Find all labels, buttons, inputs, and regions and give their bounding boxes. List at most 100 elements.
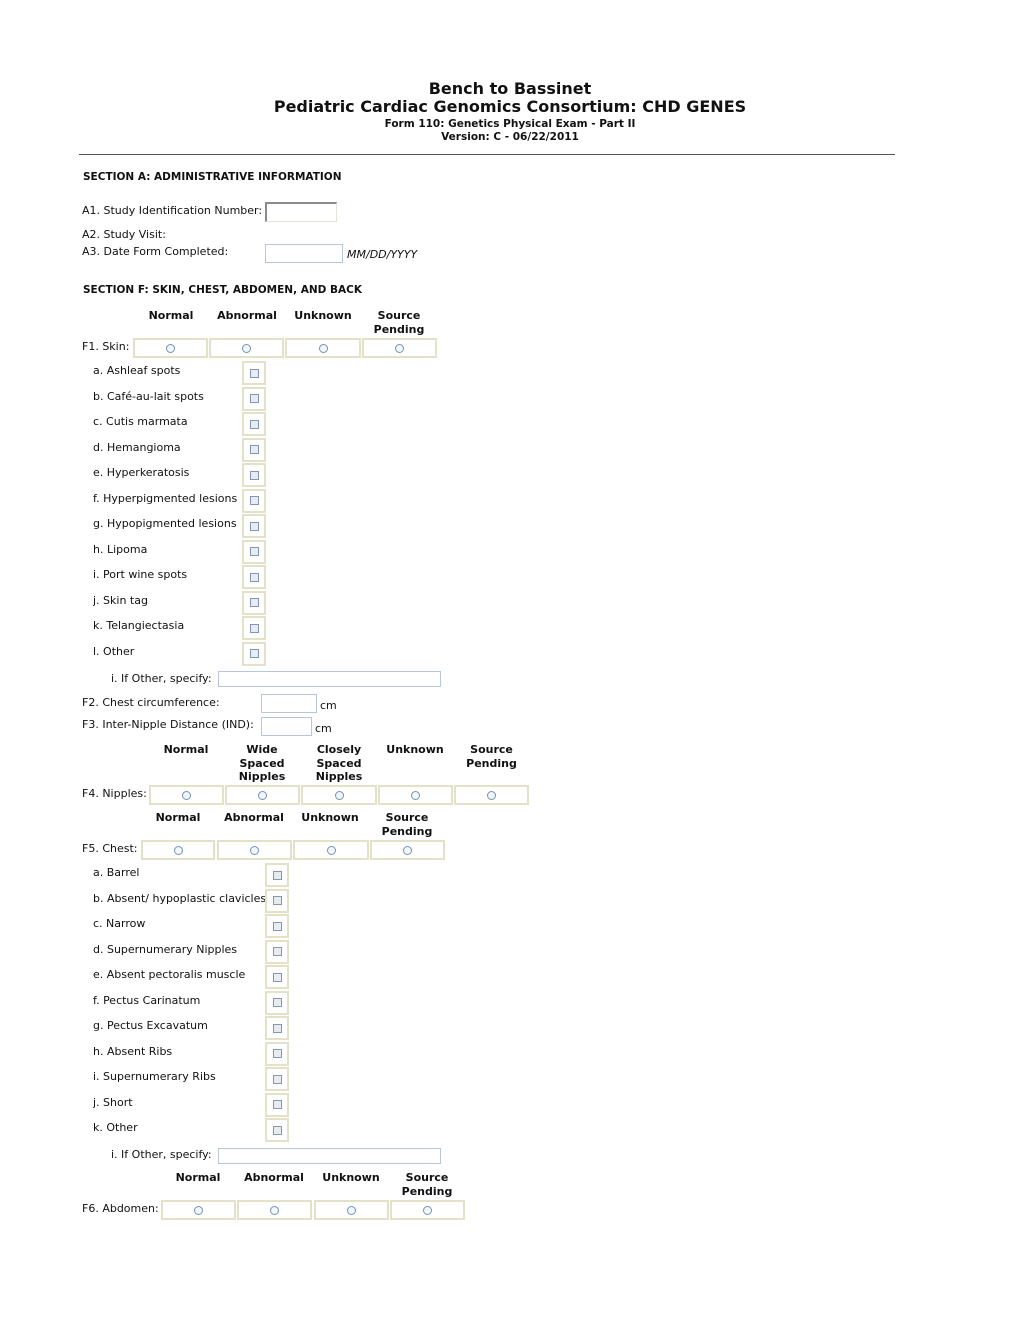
radio-icon[interactable]	[487, 790, 496, 800]
checkbox-icon[interactable]	[249, 394, 259, 403]
f4-label: F4. Nipples:	[82, 787, 147, 800]
f4-option-normal[interactable]	[149, 785, 224, 805]
f1-other-specify-input[interactable]	[218, 671, 441, 687]
checkbox-icon[interactable]	[272, 947, 282, 956]
checkbox-icon[interactable]	[249, 470, 259, 480]
checklist-item-label: l. Other	[93, 644, 135, 658]
checkbox-icon[interactable]	[249, 649, 259, 658]
checkbox-icon[interactable]	[272, 972, 282, 982]
checkbox-icon[interactable]	[272, 1023, 282, 1033]
radio-icon[interactable]	[318, 343, 328, 353]
chest-circumference-input[interactable]	[261, 694, 317, 713]
radio-icon[interactable]	[242, 343, 251, 353]
checklist-item-checkbox[interactable]	[265, 990, 289, 1015]
f5-option-abnormal[interactable]	[217, 840, 292, 860]
checklist-item-checkbox[interactable]	[242, 641, 266, 666]
f6-option-abnormal[interactable]	[237, 1200, 312, 1220]
checkbox-icon[interactable]	[249, 623, 259, 633]
checklist-item-checkbox[interactable]	[265, 863, 289, 887]
checkbox-icon[interactable]	[249, 547, 259, 556]
f5-option-source-pending[interactable]	[370, 840, 445, 860]
radio-icon[interactable]	[423, 1205, 432, 1215]
checklist-item-label: e. Hyperkeratosis	[93, 466, 190, 479]
f5-other-specify-input[interactable]	[218, 1148, 441, 1164]
f4-option-source-pending[interactable]	[454, 785, 529, 805]
checklist-item-checkbox[interactable]	[242, 463, 266, 487]
checklist-item-checkbox[interactable]	[242, 437, 266, 462]
checklist-item-checkbox[interactable]	[265, 1118, 289, 1142]
radio-icon[interactable]	[270, 1205, 279, 1215]
f1-option-normal[interactable]	[133, 338, 208, 358]
radio-icon[interactable]	[258, 790, 267, 800]
checklist-item-label: j. Skin tag	[93, 593, 148, 607]
radio-icon[interactable]	[182, 790, 191, 800]
f4-col-closely-spaced: Closely Spaced Nipples	[315, 743, 363, 783]
checklist-item-checkbox[interactable]	[242, 386, 266, 411]
a3-label: A3. Date Form Completed:	[82, 245, 229, 258]
f5-option-normal[interactable]	[141, 840, 215, 860]
f4-col-wide-spaced: Wide Spaced Nipples	[238, 743, 286, 783]
f1-option-abnormal[interactable]	[209, 338, 284, 358]
checklist-item-checkbox[interactable]	[265, 939, 289, 964]
f5-option-unknown[interactable]	[293, 840, 369, 860]
radio-icon[interactable]	[173, 845, 183, 855]
checklist-item-checkbox[interactable]	[242, 590, 266, 615]
radio-icon[interactable]	[334, 790, 344, 800]
f1-option-unknown[interactable]	[285, 338, 361, 358]
date-completed-input[interactable]	[265, 244, 343, 263]
radio-icon[interactable]	[403, 845, 412, 855]
checkbox-icon[interactable]	[249, 521, 259, 531]
checklist-item-checkbox[interactable]	[265, 914, 289, 938]
radio-icon[interactable]	[326, 845, 336, 855]
checklist-item-checkbox[interactable]	[242, 616, 266, 640]
radio-icon[interactable]	[166, 343, 175, 353]
f1-col-abnormal: Abnormal	[217, 309, 277, 322]
checkbox-icon[interactable]	[272, 998, 282, 1007]
checkbox-icon[interactable]	[249, 368, 259, 378]
f6-option-unknown[interactable]	[314, 1200, 389, 1220]
checkbox-icon[interactable]	[272, 1074, 282, 1084]
checklist-item-checkbox[interactable]	[242, 514, 266, 538]
checkbox-icon[interactable]	[272, 870, 282, 880]
checkbox-icon[interactable]	[249, 419, 259, 429]
f4-option-unknown[interactable]	[378, 785, 453, 805]
checklist-item-checkbox[interactable]	[242, 412, 266, 436]
f1-option-source-pending[interactable]	[362, 338, 437, 358]
checklist-item-checkbox[interactable]	[265, 1067, 289, 1091]
radio-icon[interactable]	[194, 1205, 203, 1215]
study-id-input[interactable]	[265, 202, 337, 222]
checkbox-icon[interactable]	[249, 572, 259, 582]
checklist-item-checkbox[interactable]	[265, 888, 289, 913]
radio-icon[interactable]	[395, 343, 404, 353]
checklist-item-checkbox[interactable]	[265, 1092, 289, 1117]
f2-label: F2. Chest circumference:	[82, 696, 220, 709]
checklist-item-label: h. Lipoma	[93, 542, 148, 556]
radio-icon[interactable]	[411, 790, 420, 800]
checklist-item-label: k. Telangiectasia	[93, 619, 185, 632]
inter-nipple-distance-input[interactable]	[261, 717, 312, 736]
checkbox-icon[interactable]	[272, 921, 282, 931]
checklist-item-checkbox[interactable]	[265, 1041, 289, 1066]
checkbox-icon[interactable]	[249, 598, 259, 607]
f4-option-wide-spaced[interactable]	[225, 785, 300, 805]
checklist-item-checkbox[interactable]	[242, 565, 266, 589]
form-name: Form 110: Genetics Physical Exam - Part …	[384, 118, 636, 130]
checkbox-icon[interactable]	[249, 496, 259, 505]
checkbox-icon[interactable]	[272, 1125, 282, 1135]
f6-col-normal: Normal	[175, 1171, 221, 1184]
radio-icon[interactable]	[347, 1205, 356, 1215]
checkbox-icon[interactable]	[272, 896, 282, 905]
f5-col-normal: Normal	[155, 811, 201, 824]
radio-icon[interactable]	[250, 845, 259, 855]
checkbox-icon[interactable]	[249, 445, 259, 454]
f6-option-source-pending[interactable]	[390, 1200, 465, 1220]
checkbox-icon[interactable]	[272, 1049, 282, 1058]
checkbox-icon[interactable]	[272, 1100, 282, 1109]
checklist-item-checkbox[interactable]	[242, 361, 266, 385]
f6-option-normal[interactable]	[161, 1200, 236, 1220]
checklist-item-checkbox[interactable]	[265, 1016, 289, 1040]
f4-option-closely-spaced[interactable]	[301, 785, 377, 805]
checklist-item-checkbox[interactable]	[265, 965, 289, 989]
checklist-item-checkbox[interactable]	[242, 488, 266, 513]
checklist-item-checkbox[interactable]	[242, 539, 266, 564]
